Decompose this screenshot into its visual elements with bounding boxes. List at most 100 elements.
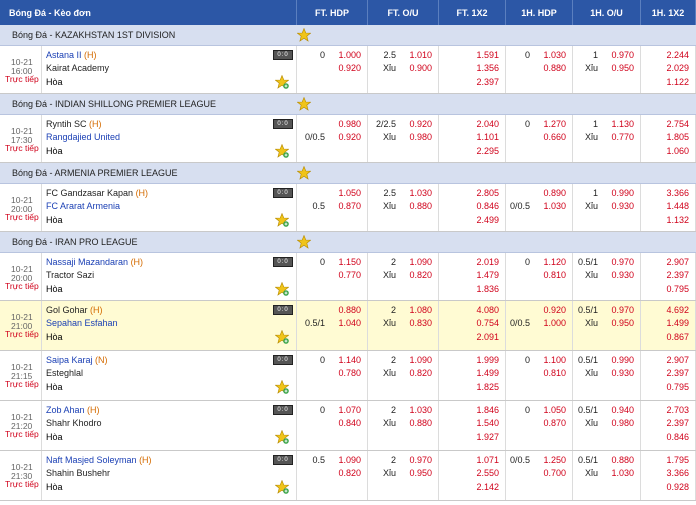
h1-hdp-odds-1[interactable]: 1.120 — [543, 257, 566, 267]
ft-1x2-odds-1[interactable]: 4.080 — [476, 305, 499, 315]
h1-ou-odds-2[interactable]: 0.980 — [611, 418, 634, 428]
h1-1x2-odds-2[interactable]: 2.397 — [666, 418, 689, 428]
ft-hdp-odds-2[interactable]: 0.920 — [338, 132, 361, 142]
ft-ou-odds-1[interactable]: 1.030 — [409, 188, 432, 198]
h1-ou-odds-2[interactable]: 0.770 — [611, 132, 634, 142]
h1-1x2-odds-3[interactable]: 0.795 — [666, 382, 689, 392]
ft-ou-odds-2[interactable]: 0.830 — [409, 318, 432, 328]
add-favorite-star-icon[interactable] — [274, 479, 290, 494]
favorite-star-icon[interactable] — [296, 27, 312, 44]
h1-1x2-odds-3[interactable]: 0.795 — [666, 284, 689, 294]
away-team[interactable]: FC Ararat Armenia — [46, 201, 120, 211]
add-favorite-star-icon[interactable] — [274, 281, 290, 296]
h1-1x2-odds-1[interactable]: 2.703 — [666, 405, 689, 415]
ft-1x2-odds-1[interactable]: 2.019 — [476, 257, 499, 267]
ft-1x2-odds-2[interactable]: 2.550 — [476, 468, 499, 478]
ft-ou-odds-2[interactable]: 0.820 — [409, 368, 432, 378]
ft-1x2-odds-3[interactable]: 1.836 — [476, 284, 499, 294]
h1-ou-odds-1[interactable]: 0.970 — [611, 257, 634, 267]
h1-hdp-odds-1[interactable]: 1.030 — [543, 50, 566, 60]
ft-1x2-odds-3[interactable]: 2.091 — [476, 332, 499, 342]
ft-hdp-odds-1[interactable]: 0.880 — [338, 305, 361, 315]
home-team[interactable]: Gol Gohar (H) — [46, 305, 103, 315]
header-ft-1x2[interactable]: FT. 1X2 — [439, 0, 506, 25]
h1-hdp-odds-2[interactable]: 1.030 — [543, 201, 566, 211]
score-board-icon[interactable]: 0:0 — [273, 119, 293, 129]
h1-hdp-odds-2[interactable]: 0.660 — [543, 132, 566, 142]
home-team[interactable]: Saipa Karaj (N) — [46, 355, 108, 365]
home-team[interactable]: FC Gandzasar Kapan (H) — [46, 188, 148, 198]
home-team[interactable]: Zob Ahan (H) — [46, 405, 100, 415]
ft-hdp-odds-2[interactable]: 0.840 — [338, 418, 361, 428]
header-1h-1x2[interactable]: 1H. 1X2 — [641, 0, 696, 25]
home-team[interactable]: Nassaji Mazandaran (H) — [46, 257, 143, 267]
ft-1x2-odds-1[interactable]: 1.846 — [476, 405, 499, 415]
h1-hdp-odds-1[interactable]: 0.890 — [543, 188, 566, 198]
ft-1x2-odds-2[interactable]: 1.479 — [476, 270, 499, 280]
header-ft-ou[interactable]: FT. O/U — [368, 0, 439, 25]
h1-ou-odds-1[interactable]: 0.990 — [611, 188, 634, 198]
ft-hdp-odds-2[interactable]: 0.820 — [338, 468, 361, 478]
ft-1x2-odds-2[interactable]: 0.754 — [476, 318, 499, 328]
live-link[interactable]: Trực tiếp — [5, 74, 39, 84]
ft-1x2-odds-2[interactable]: 1.499 — [476, 368, 499, 378]
h1-1x2-odds-1[interactable]: 1.795 — [666, 455, 689, 465]
away-team[interactable]: Shahr Khodro — [46, 418, 102, 428]
ft-1x2-odds-2[interactable]: 1.540 — [476, 418, 499, 428]
ft-ou-odds-1[interactable]: 1.090 — [409, 355, 432, 365]
h1-hdp-odds-1[interactable]: 1.250 — [543, 455, 566, 465]
ft-ou-odds-1[interactable]: 0.920 — [409, 119, 432, 129]
h1-1x2-odds-1[interactable]: 4.692 — [666, 305, 689, 315]
ft-1x2-odds-3[interactable]: 2.295 — [476, 146, 499, 156]
ft-ou-odds-1[interactable]: 1.010 — [409, 50, 432, 60]
h1-1x2-odds-2[interactable]: 2.397 — [666, 368, 689, 378]
score-board-icon[interactable]: 0:0 — [273, 455, 293, 465]
ft-1x2-odds-2[interactable]: 1.101 — [476, 132, 499, 142]
ft-1x2-odds-3[interactable]: 1.825 — [476, 382, 499, 392]
add-favorite-star-icon[interactable] — [274, 143, 290, 158]
h1-1x2-odds-2[interactable]: 2.397 — [666, 270, 689, 280]
ft-1x2-odds-1[interactable]: 2.040 — [476, 119, 499, 129]
h1-hdp-odds-2[interactable]: 0.810 — [543, 270, 566, 280]
favorite-star-icon[interactable] — [296, 96, 312, 113]
h1-1x2-odds-3[interactable]: 0.867 — [666, 332, 689, 342]
ft-1x2-odds-2[interactable]: 0.846 — [476, 201, 499, 211]
ft-ou-odds-2[interactable]: 0.900 — [409, 63, 432, 73]
h1-hdp-odds-1[interactable]: 1.100 — [543, 355, 566, 365]
ft-ou-odds-2[interactable]: 0.820 — [409, 270, 432, 280]
ft-hdp-odds-1[interactable]: 1.090 — [338, 455, 361, 465]
live-link[interactable]: Trực tiếp — [5, 281, 39, 291]
ft-1x2-odds-1[interactable]: 1.999 — [476, 355, 499, 365]
home-team[interactable]: Naft Masjed Soleyman (H) — [46, 455, 152, 465]
score-board-icon[interactable]: 0:0 — [273, 305, 293, 315]
h1-ou-odds-1[interactable]: 1.130 — [611, 119, 634, 129]
home-team[interactable]: Ryntih SC (H) — [46, 119, 102, 129]
score-board-icon[interactable]: 0:0 — [273, 188, 293, 198]
live-link[interactable]: Trực tiếp — [5, 379, 39, 389]
score-board-icon[interactable]: 0:0 — [273, 257, 293, 267]
live-link[interactable]: Trực tiếp — [5, 143, 39, 153]
ft-hdp-odds-2[interactable]: 0.870 — [338, 201, 361, 211]
away-team[interactable]: Rangdajied United — [46, 132, 120, 142]
h1-ou-odds-2[interactable]: 0.930 — [611, 201, 634, 211]
h1-1x2-odds-1[interactable]: 2.244 — [666, 50, 689, 60]
ft-hdp-odds-2[interactable]: 0.770 — [338, 270, 361, 280]
h1-1x2-odds-3[interactable]: 1.132 — [666, 215, 689, 225]
h1-1x2-odds-2[interactable]: 1.448 — [666, 201, 689, 211]
h1-ou-odds-1[interactable]: 0.940 — [611, 405, 634, 415]
score-board-icon[interactable]: 0:0 — [273, 405, 293, 415]
ft-1x2-odds-3[interactable]: 1.927 — [476, 432, 499, 442]
add-favorite-star-icon[interactable] — [274, 329, 290, 344]
h1-hdp-odds-2[interactable]: 1.000 — [543, 318, 566, 328]
ft-1x2-odds-3[interactable]: 2.397 — [476, 77, 499, 87]
h1-ou-odds-2[interactable]: 0.930 — [611, 270, 634, 280]
ft-1x2-odds-1[interactable]: 1.071 — [476, 455, 499, 465]
h1-1x2-odds-3[interactable]: 1.122 — [666, 77, 689, 87]
ft-ou-odds-1[interactable]: 1.080 — [409, 305, 432, 315]
add-favorite-star-icon[interactable] — [274, 379, 290, 394]
h1-ou-odds-2[interactable]: 0.950 — [611, 318, 634, 328]
h1-hdp-odds-2[interactable]: 0.810 — [543, 368, 566, 378]
h1-1x2-odds-1[interactable]: 2.907 — [666, 355, 689, 365]
ft-hdp-odds-1[interactable]: 1.140 — [338, 355, 361, 365]
away-team[interactable]: Sepahan Esfahan — [46, 318, 118, 328]
